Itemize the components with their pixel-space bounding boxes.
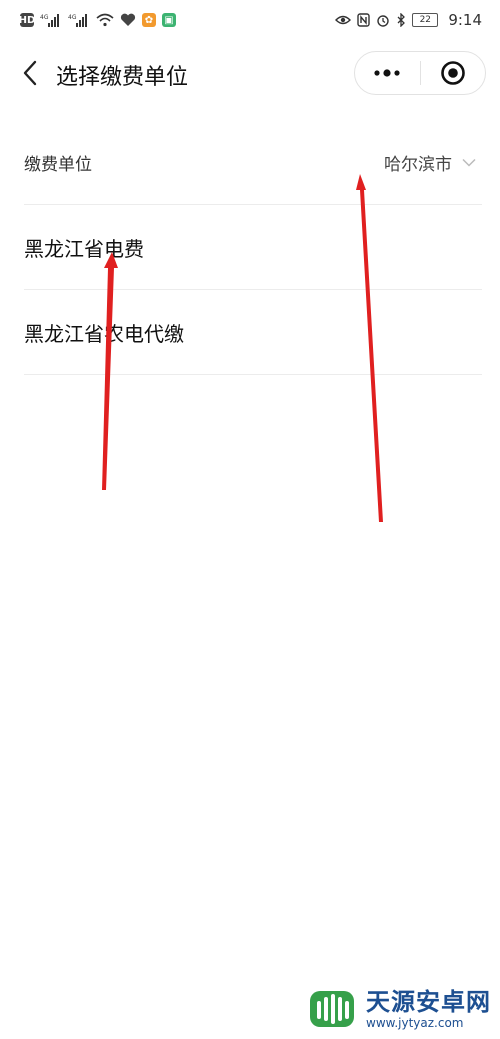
- list-item-provincial-electricity[interactable]: 黑龙江省电费: [24, 205, 482, 290]
- payment-unit-label: 缴费单位: [24, 154, 92, 175]
- heart-icon: [120, 13, 136, 26]
- app-icon-orange: ✿: [142, 13, 156, 27]
- city-picker[interactable]: 哈尔滨市: [384, 120, 476, 204]
- app-icon-green: ▣: [162, 13, 176, 27]
- page-title: 选择缴费单位: [56, 65, 189, 90]
- more-dots-icon: [374, 69, 400, 77]
- status-bar: HD 4G 4G ✿ ▣ 22 9:14: [0, 0, 500, 40]
- status-left-icons: HD 4G 4G ✿ ▣: [18, 13, 176, 27]
- watermark: 天源安卓网 www.jytyaz.com: [306, 985, 491, 1033]
- nfc-icon: [357, 13, 371, 27]
- status-right-icons: 22 9:14: [335, 11, 482, 29]
- payment-unit-header-row: 缴费单位 哈尔滨市: [24, 120, 482, 205]
- status-time: 9:14: [448, 11, 482, 29]
- signal-icon-2: 4G: [68, 14, 87, 27]
- capsule-menu: [354, 51, 486, 95]
- watermark-title: 天源安卓网: [366, 987, 491, 1016]
- watermark-text: 天源安卓网 www.jytyaz.com: [366, 990, 491, 1029]
- bluetooth-icon: [397, 13, 406, 27]
- city-value: 哈尔滨市: [384, 154, 452, 175]
- svg-text:4G: 4G: [68, 14, 77, 21]
- chevron-down-icon: [462, 158, 476, 167]
- more-button[interactable]: [355, 52, 420, 94]
- wifi-icon: [96, 13, 114, 27]
- close-miniprogram-button[interactable]: [421, 52, 486, 94]
- list-item-label: 黑龙江省电费: [24, 236, 144, 261]
- android-logo-icon: [310, 991, 354, 1027]
- chevron-left-icon: [23, 60, 37, 86]
- list-item-label: 黑龙江省农电代缴: [24, 321, 184, 346]
- battery-icon: 22: [412, 13, 439, 27]
- payment-unit-list: 缴费单位 哈尔滨市 黑龙江省电费 黑龙江省农电代缴: [0, 120, 500, 375]
- svg-text:4G: 4G: [40, 14, 49, 21]
- hd-icon: HD: [18, 13, 36, 27]
- list-item-rural-electricity[interactable]: 黑龙江省农电代缴: [24, 290, 482, 375]
- watermark-url: www.jytyaz.com: [366, 1015, 464, 1030]
- eye-icon: [335, 15, 352, 25]
- signal-icon-1: 4G: [40, 14, 59, 27]
- alarm-icon: [377, 15, 390, 27]
- nav-bar: 选择缴费单位: [0, 45, 500, 105]
- target-close-icon: [440, 61, 465, 85]
- back-button[interactable]: [14, 57, 46, 89]
